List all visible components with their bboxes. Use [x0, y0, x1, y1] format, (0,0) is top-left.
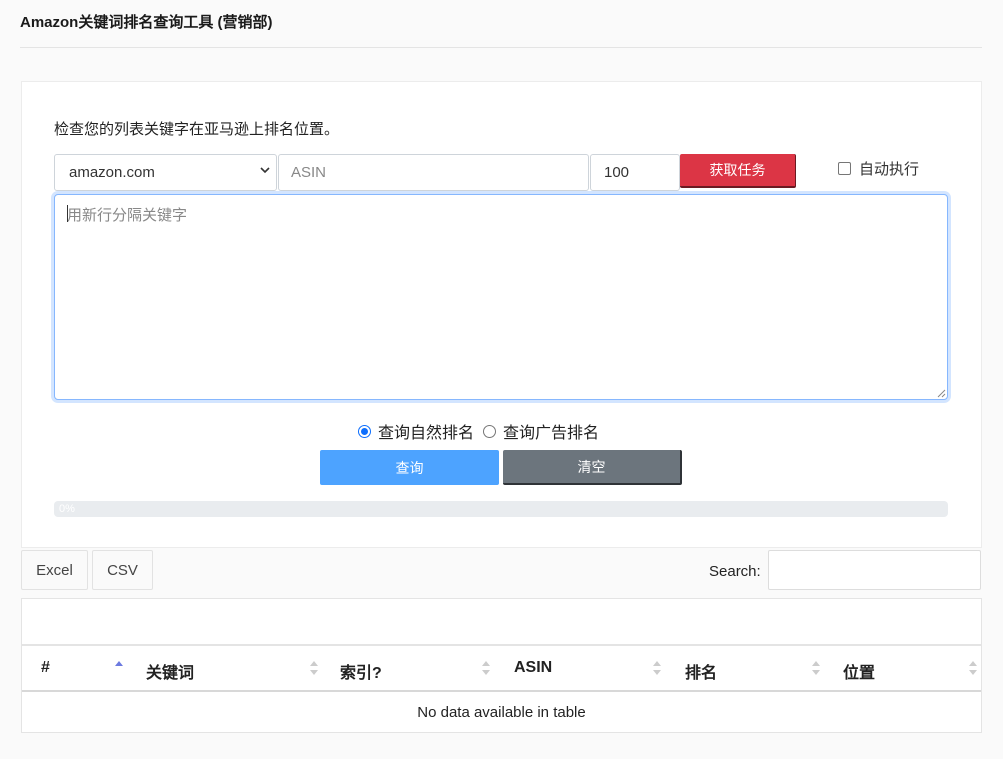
sort-both-icon[interactable]	[812, 660, 820, 676]
csv-export-button[interactable]: CSV	[92, 550, 153, 590]
column-header-indexed[interactable]: 索引?	[340, 659, 382, 683]
excel-export-button[interactable]: Excel	[21, 550, 88, 590]
table-header: # 关键词 索引? ASIN 排名 位置	[22, 646, 981, 692]
query-button[interactable]: 查询	[320, 450, 499, 485]
column-header-position[interactable]: 位置	[843, 659, 875, 683]
resize-grip-icon[interactable]	[937, 389, 946, 398]
search-input[interactable]	[768, 550, 981, 590]
sort-both-icon[interactable]	[482, 660, 490, 676]
search-label: Search:	[709, 563, 761, 580]
column-header-asin[interactable]: ASIN	[514, 659, 552, 677]
count-input[interactable]	[590, 154, 680, 191]
sort-both-icon[interactable]	[310, 660, 318, 676]
auto-run-label: 自动执行	[859, 161, 920, 178]
marketplace-select[interactable]: amazon.com	[54, 154, 277, 191]
auto-run-checkbox[interactable]	[838, 162, 851, 175]
sort-both-icon[interactable]	[653, 660, 661, 676]
description-text: 检查您的列表关键字在亚马逊上排名位置。	[54, 121, 340, 138]
page-title: Amazon关键词排名查询工具 (营销部)	[20, 14, 273, 31]
clear-button[interactable]: 清空	[503, 450, 682, 485]
title-divider	[20, 47, 982, 48]
results-table: # 关键词 索引? ASIN 排名 位置 No data available i…	[21, 645, 982, 733]
get-task-button[interactable]: 获取任务	[680, 154, 796, 188]
sort-asc-icon[interactable]	[115, 660, 123, 676]
sort-both-icon[interactable]	[969, 660, 977, 676]
marketplace-selected: amazon.com	[69, 164, 155, 181]
organic-rank-radio[interactable]	[358, 424, 371, 438]
ad-rank-radio[interactable]	[483, 424, 497, 438]
organic-rank-label[interactable]: 查询自然排名	[378, 419, 474, 443]
rank-type-group: 查询自然排名 查询广告排名	[358, 419, 608, 443]
chevron-down-icon	[260, 167, 270, 174]
text-caret	[67, 205, 68, 222]
column-header-rank[interactable]: 排名	[685, 659, 717, 683]
auto-run-toggle[interactable]: 自动执行	[838, 158, 919, 179]
empty-table-message: No data available in table	[417, 704, 586, 721]
progress-bar: 0%	[54, 501, 948, 517]
asin-input[interactable]	[278, 154, 589, 191]
progress-label: 0%	[59, 503, 75, 515]
column-header-index[interactable]: #	[41, 659, 50, 677]
table-toolbar	[21, 598, 982, 645]
ad-rank-label[interactable]: 查询广告排名	[503, 419, 599, 443]
keywords-textarea[interactable]	[54, 194, 948, 400]
column-header-keyword[interactable]: 关键词	[146, 659, 194, 683]
